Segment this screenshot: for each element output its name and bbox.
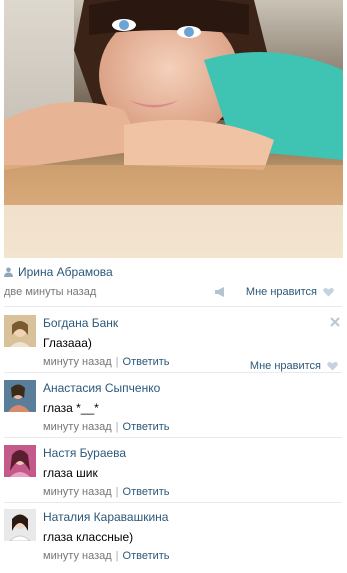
comment-author-link[interactable]: Анастасия Сыпченко	[43, 380, 335, 396]
comment-time[interactable]: минуту назад	[43, 355, 112, 369]
comment-item: Богдана Банк Глазааа) минуту назад | Отв…	[4, 315, 342, 379]
comment-item: Анастасия Сыпченко глаза *__* минуту наз…	[4, 380, 342, 444]
meta-separator: |	[115, 486, 119, 498]
share-megaphone-icon[interactable]	[214, 287, 228, 297]
post-owner: Ирина Абрамова две минуты назад Мне нрав…	[4, 264, 342, 304]
comment-author-link[interactable]: Богдана Банк	[43, 315, 335, 331]
owner-actions: Мне нравится	[214, 286, 334, 298]
meta-separator: |	[115, 421, 119, 433]
comment-author-link[interactable]: Настя Бураева	[43, 445, 335, 461]
comment-author-link[interactable]: Наталия Каравашкина	[43, 509, 335, 525]
heart-icon[interactable]	[327, 361, 338, 371]
avatar-image	[4, 509, 36, 541]
comment-text: глаза классные)	[43, 530, 134, 544]
comment-avatar[interactable]	[4, 509, 36, 541]
photo-image	[4, 0, 343, 258]
close-icon[interactable]	[330, 317, 340, 327]
divider	[4, 437, 342, 438]
comment-like[interactable]: Мне нравится	[250, 360, 338, 372]
avatar-image	[4, 380, 36, 412]
meta-separator: |	[115, 356, 119, 368]
reply-link[interactable]: Ответить	[123, 485, 170, 499]
owner-name-link[interactable]: Ирина Абрамова	[18, 265, 113, 279]
divider	[4, 502, 342, 503]
like-label[interactable]: Мне нравится	[250, 360, 321, 372]
avatar-image	[4, 445, 36, 477]
comment-avatar[interactable]	[4, 380, 36, 412]
comment-time[interactable]: минуту назад	[43, 420, 112, 434]
comment-avatar[interactable]	[4, 445, 36, 477]
comment-time[interactable]: минуту назад	[43, 485, 112, 499]
reply-link[interactable]: Ответить	[123, 420, 170, 434]
comment-item: Настя Бураева глаза шик минуту назад | О…	[4, 445, 342, 509]
like-label[interactable]: Мне нравится	[246, 286, 317, 298]
comment-avatar[interactable]	[4, 315, 36, 347]
post-photo[interactable]	[4, 0, 343, 258]
comment-text: Глазааа)	[43, 336, 92, 350]
comment-text: глаза шик	[43, 466, 98, 480]
divider	[4, 306, 342, 307]
comment-text: глаза *__*	[43, 401, 99, 415]
heart-icon[interactable]	[323, 287, 334, 297]
reply-link[interactable]: Ответить	[123, 355, 170, 369]
user-icon	[4, 267, 13, 277]
avatar-image	[4, 315, 36, 347]
comment-item: Наталия Каравашкина глаза классные) мину…	[4, 509, 342, 573]
divider	[4, 372, 342, 373]
